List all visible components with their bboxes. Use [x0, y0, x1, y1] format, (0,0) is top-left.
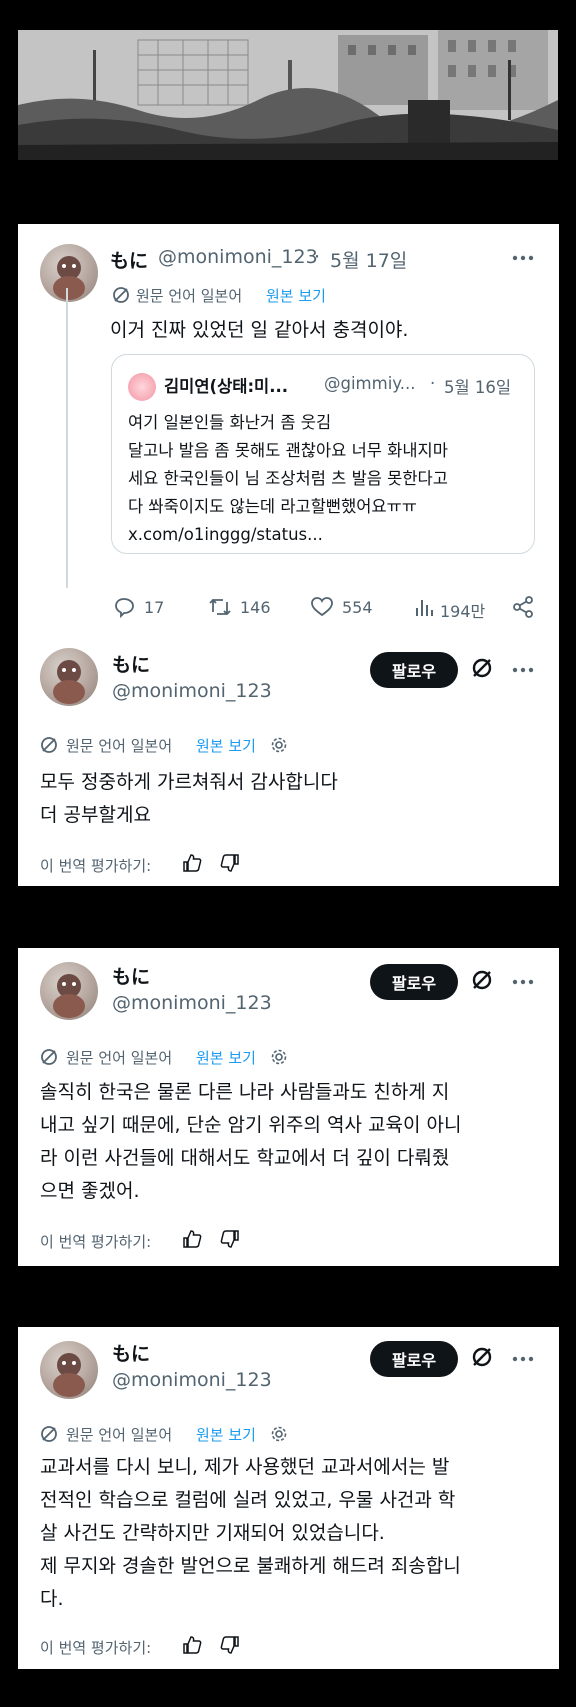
quote-tweet[interactable]: 김미연(상태:미... @gimmiy... · 5월 16일 여기 일본인들 …: [111, 354, 535, 554]
quote-line: 세요 한국인들이 님 조상처럼 츠 발음 못한다고: [128, 469, 448, 488]
views-icon[interactable]: [414, 596, 434, 618]
like-icon[interactable]: [310, 596, 334, 618]
tweet-card: もに @monimoni_123 · 5월 17일 원문 언어 일본어 원본 보…: [18, 224, 559, 886]
tweet-date[interactable]: 5월 17일: [330, 246, 407, 273]
thumbs-down-icon[interactable]: [220, 1635, 240, 1655]
handle[interactable]: @monimoni_123: [112, 680, 272, 702]
handle[interactable]: @monimoni_123: [158, 246, 318, 268]
translated-from: 원문 언어 일본어: [136, 287, 243, 305]
translate-icon: [40, 736, 58, 754]
reply-text-line: 전적인 학습으로 컬럼에 실려 있었고, 우물 사건과 학: [40, 1489, 456, 1511]
tweet-text: 이거 진짜 있었던 일 같아서 충격이야.: [110, 319, 409, 341]
thumbs-up-icon[interactable]: [182, 1229, 202, 1249]
quote-date[interactable]: 5월 16일: [444, 374, 511, 398]
grok-icon[interactable]: [470, 656, 494, 680]
translate-icon: [112, 286, 130, 304]
more-icon[interactable]: [512, 666, 534, 674]
retweet-count: 146: [240, 598, 271, 617]
grok-icon[interactable]: [470, 968, 494, 992]
separator-dot: ·: [430, 374, 436, 393]
like-count: 554: [342, 598, 373, 617]
thumbs-down-icon[interactable]: [220, 1229, 240, 1249]
reply-text-line: 내고 싶기 때문에, 단순 암기 위주의 역사 교육이 아니: [40, 1114, 462, 1136]
more-icon[interactable]: [512, 978, 534, 986]
quote-line: 여기 일본인들 화난거 좀 웃김: [128, 413, 332, 432]
thread-line: [66, 288, 68, 588]
retweet-icon[interactable]: [208, 596, 232, 618]
quote-line: 다 쏴죽이지도 않는데 라고할뻔했어요ㅠㅠ: [128, 497, 417, 516]
follow-button[interactable]: 팔로우: [370, 652, 458, 688]
view-original-link[interactable]: 원본 보기: [196, 1047, 256, 1068]
reply-text-line: 모두 정중하게 가르쳐줘서 감사합니다: [40, 771, 338, 793]
reply-text-line: 라 이런 사건들에 대해서도 학교에서 더 깊이 다뤄줬: [40, 1147, 450, 1169]
quote-handle[interactable]: @gimmiy...: [324, 374, 415, 393]
handle[interactable]: @monimoni_123: [112, 1369, 272, 1391]
gear-icon[interactable]: [270, 1048, 288, 1066]
reply-text-line: 교과서를 다시 보니, 제가 사용했던 교과서에서는 발: [40, 1456, 450, 1478]
display-name[interactable]: もに: [112, 1339, 150, 1366]
display-name[interactable]: もに: [112, 962, 150, 989]
avatar[interactable]: [40, 962, 98, 1020]
reply-text-line: 더 공부할게요: [40, 804, 151, 826]
quote-display-name[interactable]: 김미연(상태:미...: [164, 373, 288, 397]
quote-link[interactable]: x.com/o1inggg/status...: [128, 521, 323, 549]
gear-icon[interactable]: [270, 1425, 288, 1443]
gear-icon[interactable]: [270, 736, 288, 754]
avatar[interactable]: [40, 648, 98, 706]
quote-line: 달고나 발음 좀 못해도 괜찮아요 너무 화내지마: [128, 441, 448, 460]
reply-text-line: 살 사건도 간략하지만 기재되어 있었습니다.: [40, 1522, 385, 1544]
grok-icon[interactable]: [470, 1345, 494, 1369]
rate-translation-label: 이 번역 평가하기:: [40, 1639, 152, 1657]
more-icon[interactable]: [512, 1355, 534, 1363]
view-original-link[interactable]: 원본 보기: [266, 285, 326, 306]
thumbs-down-icon[interactable]: [220, 853, 240, 873]
quote-avatar[interactable]: [128, 373, 156, 401]
rate-translation-label: 이 번역 평가하기:: [40, 1233, 152, 1251]
share-icon[interactable]: [512, 596, 534, 618]
view-original-link[interactable]: 원본 보기: [196, 1424, 256, 1445]
view-count: 194만: [440, 602, 486, 621]
reply-text-line: 다.: [40, 1588, 64, 1610]
separator-dot: ·: [314, 246, 321, 268]
translate-icon: [40, 1425, 58, 1443]
translated-from: 원문 언어 일본어: [66, 737, 173, 755]
thumbs-up-icon[interactable]: [182, 853, 202, 873]
reply-card: もに @monimoni_123 팔로우 원문 언어 일본어 원본 보기 솔직히…: [18, 948, 559, 1266]
display-name[interactable]: もに: [112, 650, 150, 677]
rate-translation-label: 이 번역 평가하기:: [40, 857, 152, 875]
display-name[interactable]: もに: [110, 246, 148, 273]
translate-icon: [40, 1048, 58, 1066]
avatar[interactable]: [40, 244, 98, 302]
follow-button[interactable]: 팔로우: [370, 1341, 458, 1377]
handle[interactable]: @monimoni_123: [112, 992, 272, 1014]
follow-button[interactable]: 팔로우: [370, 964, 458, 1000]
translated-from: 원문 언어 일본어: [66, 1426, 173, 1444]
avatar[interactable]: [40, 1341, 98, 1399]
reply-count: 17: [144, 598, 165, 617]
reply-text-line: 으면 좋겠어.: [40, 1180, 140, 1202]
reply-icon[interactable]: [114, 596, 136, 618]
more-icon[interactable]: [512, 254, 534, 262]
reply-card: もに @monimoni_123 팔로우 원문 언어 일본어 원본 보기 교과서…: [18, 1327, 559, 1669]
translated-from: 원문 언어 일본어: [66, 1049, 173, 1067]
view-original-link[interactable]: 원본 보기: [196, 735, 256, 756]
header-photo: [18, 30, 558, 160]
thumbs-up-icon[interactable]: [182, 1635, 202, 1655]
reply-text-line: 솔직히 한국은 물론 다른 나라 사람들과도 친하게 지: [40, 1081, 450, 1103]
reply-text-line: 제 무지와 경솔한 발언으로 불쾌하게 해드려 죄송합니: [40, 1555, 461, 1577]
